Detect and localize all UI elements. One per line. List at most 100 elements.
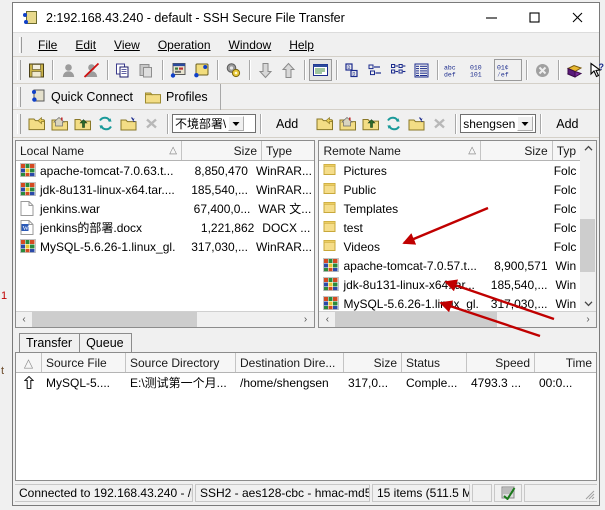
table-row[interactable]: MySQL-5.... E:\测试第一个月... /home/shengsen … xyxy=(16,373,596,392)
table-row[interactable]: Pictures Folc xyxy=(319,161,580,180)
transfer-col-size[interactable]: Size xyxy=(344,353,402,372)
new-terminal-icon[interactable] xyxy=(167,59,190,81)
local-up-folder-icon[interactable] xyxy=(25,113,48,135)
local-home-icon[interactable] xyxy=(48,113,71,135)
download-icon[interactable] xyxy=(254,59,277,81)
help-book-icon[interactable] xyxy=(563,59,586,81)
minimize-button[interactable] xyxy=(470,3,513,33)
remote-up-folder-icon[interactable] xyxy=(313,113,336,135)
local-hscroll-right-arrow-icon[interactable]: › xyxy=(297,312,314,327)
pathbar-grip[interactable] xyxy=(17,113,21,134)
view-small-icons-icon[interactable] xyxy=(364,59,387,81)
local-horizontal-scrollbar[interactable]: ‹ › xyxy=(16,311,314,327)
remote-col-type[interactable]: Typ xyxy=(552,141,580,160)
table-row[interactable]: Templates Folc xyxy=(319,199,580,218)
ascii-transfer-icon[interactable]: abc def xyxy=(442,59,468,81)
table-row[interactable]: MySQL-5.6.26-1.linux_gl... 317,030,... W… xyxy=(319,294,580,311)
view-large-icons-icon[interactable]: D D xyxy=(341,59,364,81)
view-details-icon[interactable] xyxy=(410,59,433,81)
remote-vscroll-down-arrow-icon[interactable] xyxy=(580,296,596,311)
transfer-col-speed[interactable]: Speed xyxy=(467,353,535,372)
local-col-type[interactable]: Type xyxy=(262,141,314,160)
remote-hscroll-thumb[interactable] xyxy=(335,312,497,327)
transfer-col-source-file[interactable]: Source File xyxy=(42,353,126,372)
quick-connect-button[interactable]: Quick Connect xyxy=(25,86,139,108)
table-row[interactable]: Videos Folc xyxy=(319,237,580,256)
close-button[interactable] xyxy=(556,3,599,33)
transfer-col-source-directory[interactable]: Source Directory xyxy=(126,353,236,372)
local-hscroll-track[interactable] xyxy=(32,312,298,327)
new-file-transfer-icon[interactable] xyxy=(190,59,213,81)
context-help-icon[interactable]: ? xyxy=(586,59,605,81)
remote-home-icon[interactable] xyxy=(336,113,359,135)
local-add-button[interactable]: Add xyxy=(268,115,306,133)
local-path-chevron-down-icon[interactable] xyxy=(228,116,245,131)
local-parent-icon[interactable] xyxy=(71,113,94,135)
table-row[interactable]: jdk-8u131-linux-x64.tar... 185,540,... W… xyxy=(319,275,580,294)
local-col-size[interactable]: Size xyxy=(182,141,262,160)
local-col-name[interactable]: Local Name △ xyxy=(16,141,182,160)
menu-operation[interactable]: Operation xyxy=(149,36,220,54)
remote-path-chevron-down-icon[interactable] xyxy=(517,116,534,131)
menu-help[interactable]: Help xyxy=(280,36,323,54)
table-row[interactable]: Public Folc xyxy=(319,180,580,199)
local-delete-icon[interactable] xyxy=(140,113,163,135)
show-transfer-view-icon[interactable] xyxy=(309,59,332,81)
menu-window[interactable]: Window xyxy=(220,36,281,54)
remote-refresh-icon[interactable] xyxy=(382,113,405,135)
menu-grip[interactable] xyxy=(19,36,22,53)
table-row[interactable]: MySQL-5.6.26-1.linux_gl... 317,030,... W… xyxy=(16,237,314,256)
remote-hscroll-left-arrow-icon[interactable]: ‹ xyxy=(319,312,336,327)
remote-col-size[interactable]: Size xyxy=(480,141,553,160)
local-refresh-icon[interactable] xyxy=(94,113,117,135)
transfer-col-destination-directory[interactable]: Destination Dire... xyxy=(236,353,344,372)
copy-icon[interactable] xyxy=(112,59,135,81)
remote-parent-icon[interactable] xyxy=(359,113,382,135)
binary-transfer-icon[interactable]: 010 101 xyxy=(468,59,494,81)
menu-file[interactable]: File xyxy=(29,36,66,54)
table-row[interactable]: apache-tomcat-7.0.57.t... 8,900,571 Win xyxy=(319,256,580,275)
remote-vscroll-track[interactable] xyxy=(580,156,596,296)
local-hscroll-left-arrow-icon[interactable]: ‹ xyxy=(16,312,32,327)
auto-transfer-icon[interactable]: 01¢ ⁄ef xyxy=(494,59,522,81)
local-hscroll-thumb[interactable] xyxy=(32,312,197,327)
profiles-button[interactable]: Profiles xyxy=(139,86,214,108)
table-row[interactable]: test Folc xyxy=(319,218,580,237)
transfer-rows[interactable]: MySQL-5.... E:\测试第一个月... /home/shengsen … xyxy=(16,373,596,480)
remote-col-name[interactable]: Remote Name △ xyxy=(319,141,481,160)
table-row[interactable]: apache-tomcat-7.0.63.t... 8,850,470 WinR… xyxy=(16,161,314,180)
quickbar-grip[interactable] xyxy=(17,86,21,107)
stop-icon[interactable] xyxy=(531,59,554,81)
connect-icon[interactable] xyxy=(57,59,80,81)
menu-view[interactable]: View xyxy=(105,36,149,54)
remote-delete-icon[interactable] xyxy=(428,113,451,135)
remote-hscroll-right-arrow-icon[interactable]: › xyxy=(579,312,596,327)
settings-icon[interactable] xyxy=(222,59,245,81)
transfer-col-time[interactable]: Time xyxy=(535,353,596,372)
remote-add-button[interactable]: Add xyxy=(548,115,586,133)
remote-new-folder-icon[interactable] xyxy=(405,113,428,135)
tab-queue[interactable]: Queue xyxy=(79,333,132,352)
maximize-button[interactable] xyxy=(513,3,556,33)
local-new-folder-icon[interactable] xyxy=(117,113,140,135)
remote-path-combo[interactable]: shengsen xyxy=(460,114,537,133)
transfer-col-status[interactable]: Status xyxy=(402,353,467,372)
remote-horizontal-scrollbar[interactable]: ‹ › xyxy=(319,311,596,327)
local-path-combo[interactable]: 不境部署\ xyxy=(172,114,256,133)
remote-vscroll-up-arrow-icon[interactable] xyxy=(580,141,596,156)
upload-icon[interactable] xyxy=(277,59,300,81)
toolbar-grip[interactable] xyxy=(17,60,21,80)
tab-transfer[interactable]: Transfer xyxy=(19,333,81,352)
menu-edit[interactable]: Edit xyxy=(66,36,105,54)
view-list-icon[interactable] xyxy=(387,59,410,81)
table-row[interactable]: jenkins.war 67,400,0... WAR 文... xyxy=(16,199,314,218)
remote-hscroll-track[interactable] xyxy=(335,312,580,327)
table-row[interactable]: W jenkins的部署.docx 1,221,862 DOCX ... xyxy=(16,218,314,237)
remote-file-list[interactable]: Pictures Folc Public Folc Templates Folc… xyxy=(319,161,580,311)
disconnect-icon[interactable] xyxy=(80,59,103,81)
table-row[interactable]: jdk-8u131-linux-x64.tar.... 185,540,... … xyxy=(16,180,314,199)
save-icon[interactable] xyxy=(25,59,48,81)
paste-icon[interactable] xyxy=(135,59,158,81)
remote-vscroll-thumb[interactable] xyxy=(580,219,596,273)
transfer-col-direction[interactable]: △ xyxy=(16,353,42,372)
